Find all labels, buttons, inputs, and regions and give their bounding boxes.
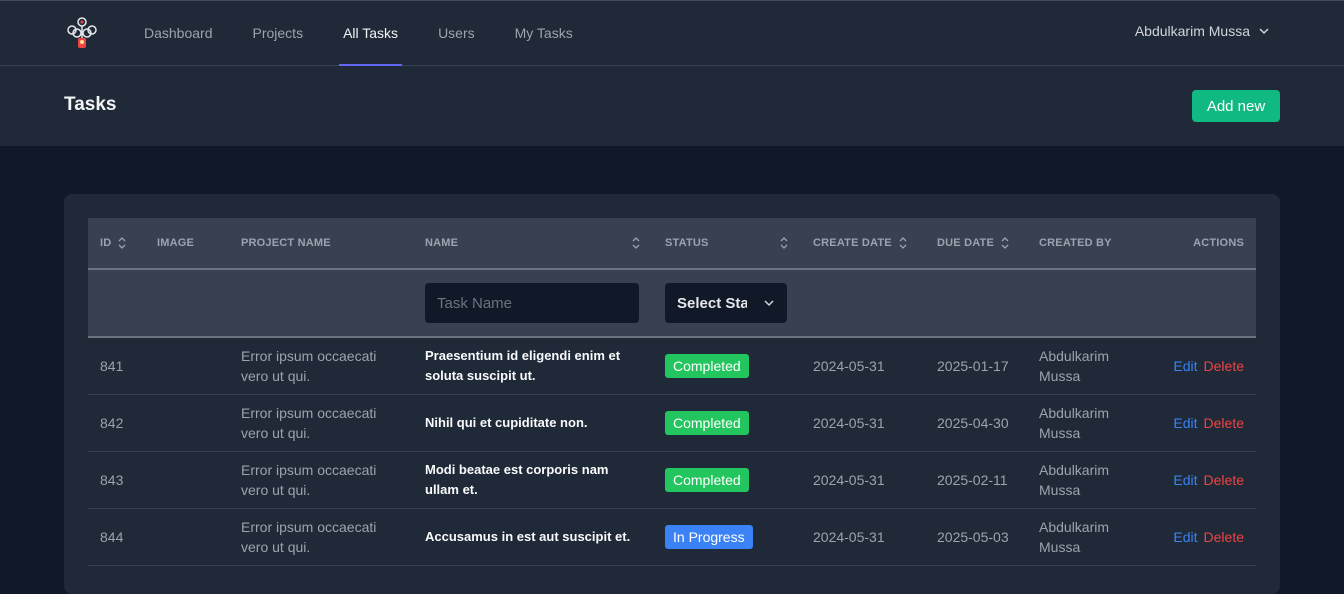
cell-create-date: 2024-05-31 xyxy=(813,471,885,488)
cell-status: In Progress xyxy=(653,508,801,565)
cell-due-date: 2025-02-11 xyxy=(937,471,1008,488)
cell-image xyxy=(145,508,229,565)
col-header-create-date[interactable]: CREATE DATE xyxy=(801,218,925,270)
delete-link[interactable]: Delete xyxy=(1204,358,1244,374)
cell-task-name[interactable]: Modi beatae est corporis nam ullam et. xyxy=(413,451,653,508)
col-header-id[interactable]: ID xyxy=(88,218,145,270)
sort-icon xyxy=(118,237,126,249)
cell-project-name: Error ipsum occaecati vero ut qui. xyxy=(241,404,377,441)
cell-create-date: 2024-05-31 xyxy=(813,528,885,545)
col-header-status[interactable]: STATUS xyxy=(653,218,801,270)
sort-icon xyxy=(780,237,788,249)
page-header: Tasks Add new xyxy=(0,66,1344,146)
col-header-image: IMAGE xyxy=(145,218,229,270)
col-header-actions: ACTIONS xyxy=(1151,218,1256,270)
tasks-card: ID IMAGE PROJECT NAME NAME STATUS CREATE… xyxy=(64,194,1280,594)
cell-task-name[interactable]: Accusamus in est aut suscipit et. xyxy=(413,508,653,565)
cell-create-date: 2024-05-31 xyxy=(813,414,885,431)
cell-actions: Edit Delete xyxy=(1151,451,1256,508)
cell-actions: Edit Delete xyxy=(1151,508,1256,565)
col-header-created-by: CREATED BY xyxy=(1027,218,1151,270)
cell-image xyxy=(145,337,229,394)
delete-link[interactable]: Delete xyxy=(1204,415,1244,431)
status-badge: In Progress xyxy=(665,524,753,549)
table-row: 843 Error ipsum occaecati vero ut qui. M… xyxy=(88,451,1256,508)
nav-links: Dashboard Projects All Tasks Users My Ta… xyxy=(124,1,593,66)
cell-created-by: Abdulkarim Mussa xyxy=(1039,518,1110,555)
status-badge: Completed xyxy=(665,467,749,492)
cell-image xyxy=(145,394,229,451)
table-header-row: ID IMAGE PROJECT NAME NAME STATUS CREATE… xyxy=(88,218,1256,270)
add-new-button[interactable]: Add new xyxy=(1192,90,1280,122)
col-header-due-date[interactable]: DUE DATE xyxy=(925,218,1027,270)
cell-task-name[interactable]: Praesentium id eligendi enim et soluta s… xyxy=(413,337,653,394)
app-logo-icon[interactable] xyxy=(64,16,100,52)
cell-status: Completed xyxy=(653,337,801,394)
nav-item-my-tasks[interactable]: My Tasks xyxy=(495,1,593,66)
cell-image xyxy=(145,451,229,508)
cell-project-name: Error ipsum occaecati vero ut qui. xyxy=(241,518,377,555)
task-name-filter-input[interactable] xyxy=(425,283,639,323)
cell-task-name[interactable]: Nihil qui et cupiditate non. xyxy=(413,394,653,451)
cell-actions: Edit Delete xyxy=(1151,394,1256,451)
col-header-project-name: PROJECT NAME xyxy=(229,218,413,270)
nav-item-users[interactable]: Users xyxy=(418,1,495,66)
tasks-table: ID IMAGE PROJECT NAME NAME STATUS CREATE… xyxy=(88,218,1256,566)
cell-id: 844 xyxy=(100,528,124,545)
edit-link[interactable]: Edit xyxy=(1173,415,1197,431)
edit-link[interactable]: Edit xyxy=(1173,472,1197,488)
cell-created-by: Abdulkarim Mussa xyxy=(1039,461,1110,498)
status-filter-select[interactable]: Select Status xyxy=(665,283,787,323)
delete-link[interactable]: Delete xyxy=(1204,529,1244,545)
col-header-name[interactable]: NAME xyxy=(413,218,653,270)
cell-id: 842 xyxy=(100,414,124,431)
sort-icon xyxy=(632,237,640,249)
status-badge: Completed xyxy=(665,353,749,378)
sort-icon xyxy=(1001,237,1009,249)
chevron-down-icon xyxy=(764,300,774,307)
status-badge: Completed xyxy=(665,410,749,435)
table-row: 841 Error ipsum occaecati vero ut qui. P… xyxy=(88,337,1256,394)
cell-status: Completed xyxy=(653,394,801,451)
edit-link[interactable]: Edit xyxy=(1173,358,1197,374)
nav-item-all-tasks[interactable]: All Tasks xyxy=(323,1,418,66)
delete-link[interactable]: Delete xyxy=(1204,472,1244,488)
cell-due-date: 2025-01-17 xyxy=(937,357,1009,374)
filter-row: Select Status xyxy=(88,269,1256,338)
chevron-down-icon xyxy=(1259,28,1269,35)
cell-due-date: 2025-05-03 xyxy=(937,528,1009,545)
sort-icon xyxy=(899,237,907,249)
page-title: Tasks xyxy=(64,94,117,115)
cell-created-by: Abdulkarim Mussa xyxy=(1039,347,1110,384)
cell-due-date: 2025-04-30 xyxy=(937,414,1009,431)
nav-item-dashboard[interactable]: Dashboard xyxy=(124,1,233,66)
edit-link[interactable]: Edit xyxy=(1173,529,1197,545)
cell-create-date: 2024-05-31 xyxy=(813,357,885,374)
cell-id: 841 xyxy=(100,357,124,374)
nav-item-projects[interactable]: Projects xyxy=(233,1,324,66)
table-row: 844 Error ipsum occaecati vero ut qui. A… xyxy=(88,508,1256,565)
cell-project-name: Error ipsum occaecati vero ut qui. xyxy=(241,461,377,498)
cell-status: Completed xyxy=(653,451,801,508)
cell-project-name: Error ipsum occaecati vero ut qui. xyxy=(241,347,377,384)
user-menu[interactable]: Abdulkarim Mussa xyxy=(1135,23,1270,39)
table-row: 842 Error ipsum occaecati vero ut qui. N… xyxy=(88,394,1256,451)
cell-created-by: Abdulkarim Mussa xyxy=(1039,404,1110,441)
cell-id: 843 xyxy=(100,471,124,488)
user-name: Abdulkarim Mussa xyxy=(1134,23,1250,39)
top-navbar: Dashboard Projects All Tasks Users My Ta… xyxy=(0,0,1344,66)
cell-actions: Edit Delete xyxy=(1151,337,1256,394)
